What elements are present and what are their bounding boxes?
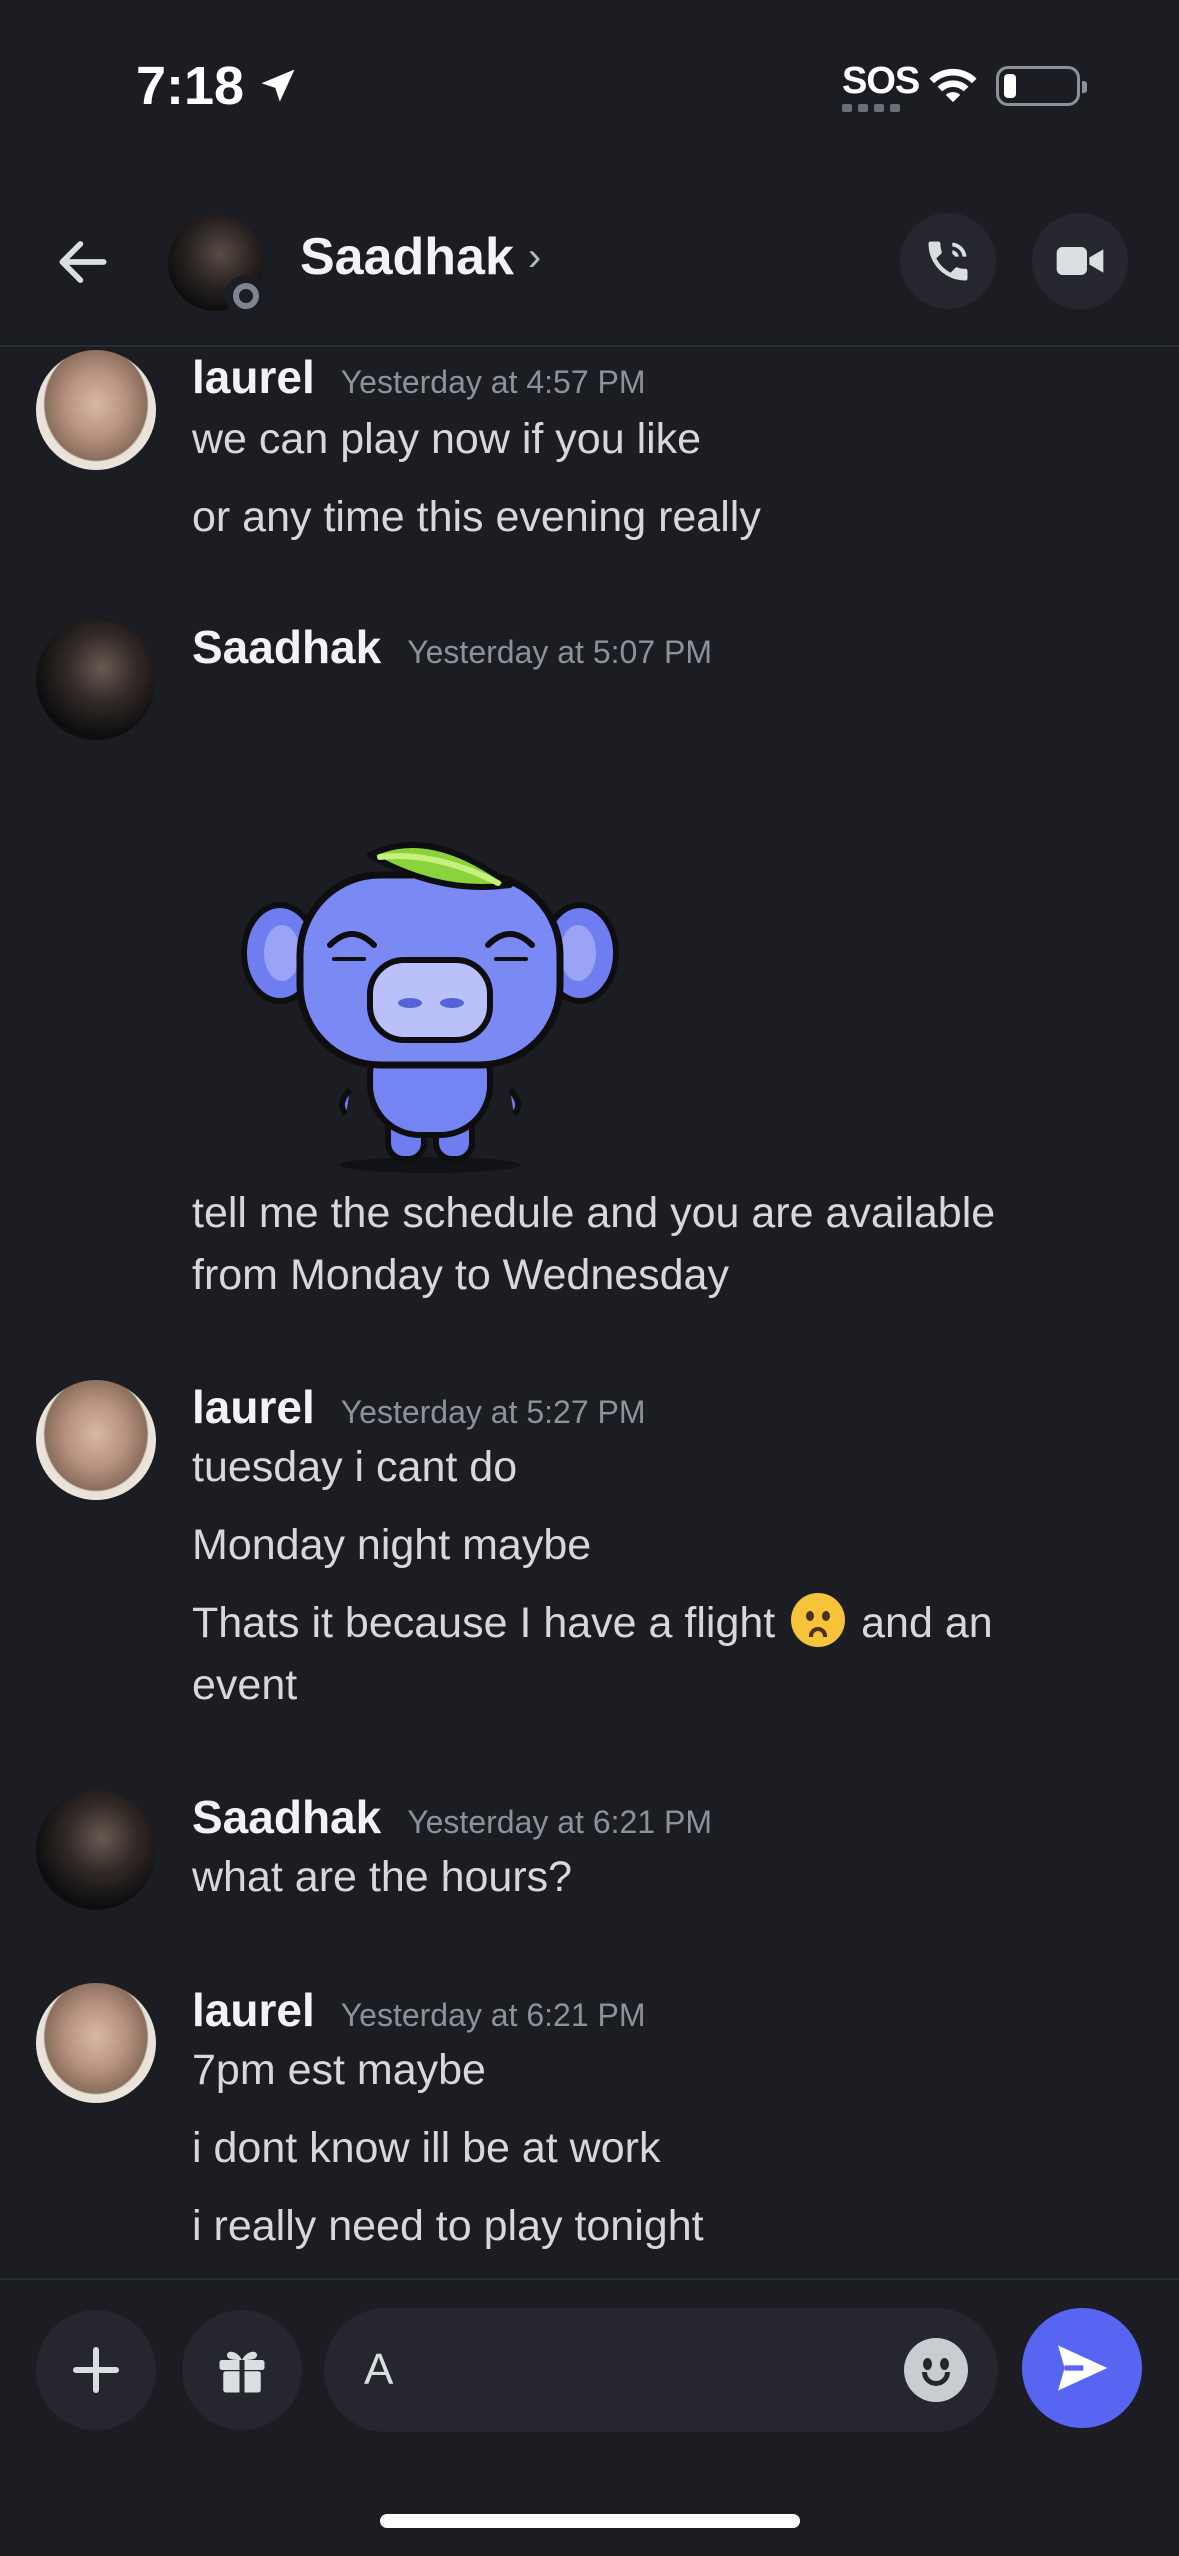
message-text: i really need to play tonight — [192, 2202, 704, 2250]
author-name[interactable]: Saadhak — [192, 1790, 381, 1844]
avatar-saadhak[interactable] — [36, 620, 156, 740]
avatar-laurel[interactable] — [36, 350, 156, 470]
home-indicator — [380, 2514, 800, 2528]
message-meta: Saadhak Yesterday at 6:21 PM — [192, 1790, 712, 1844]
wifi-icon — [929, 68, 977, 103]
message-text: tell me the schedule and you are availab… — [192, 1189, 996, 1299]
timestamp: Yesterday at 6:21 PM — [340, 1997, 646, 2033]
chevron-right-icon: › — [527, 234, 542, 279]
header-name: Saadhak — [300, 228, 514, 286]
timestamp: Yesterday at 6:21 PM — [407, 1804, 712, 1840]
author-name[interactable]: laurel — [192, 350, 315, 404]
emoji-icon[interactable] — [904, 2338, 968, 2402]
message-meta: Saadhak Yesterday at 5:07 PM — [192, 620, 712, 674]
voice-call-button[interactable] — [900, 213, 996, 309]
message-text-part: Thats it because I have a flight — [192, 1599, 776, 1647]
gift-button[interactable] — [182, 2310, 302, 2430]
location-arrow-icon — [261, 69, 295, 102]
message-text: 7pm est maybe — [192, 2046, 486, 2094]
gift-icon — [219, 2351, 265, 2393]
avatar-saadhak[interactable] — [36, 1790, 156, 1910]
message-text: we can play now if you like — [192, 415, 702, 463]
send-icon — [1058, 2345, 1108, 2391]
timestamp: Yesterday at 5:07 PM — [407, 634, 712, 670]
back-arrow-icon[interactable] — [52, 231, 114, 293]
avatar-laurel[interactable] — [36, 1983, 156, 2103]
video-camera-icon — [1056, 247, 1104, 275]
message-text: Monday night maybe — [192, 1521, 592, 1569]
frowning-face-emoji-icon — [791, 1593, 846, 1647]
author-name[interactable]: laurel — [192, 1983, 315, 2037]
message-text: tuesday i cant do — [192, 1443, 518, 1491]
battery-icon — [996, 66, 1087, 106]
author-name[interactable]: Saadhak — [192, 620, 381, 674]
video-call-button[interactable] — [1032, 213, 1128, 309]
message-input[interactable] — [364, 2338, 884, 2402]
header-title[interactable]: Saadhak › — [300, 227, 541, 287]
dm-header: Saadhak › — [0, 175, 1179, 347]
phone-call-icon — [928, 241, 968, 281]
clock: 7:18 — [136, 55, 300, 117]
sos-indicator: SOS — [842, 60, 920, 102]
status-bar: 7:18 SOS — [0, 0, 1179, 175]
signal-dots — [842, 104, 906, 112]
message-input-container — [324, 2308, 998, 2432]
message-text: or any time this evening really — [192, 493, 761, 541]
send-button[interactable] — [1022, 2308, 1142, 2428]
wumpus-leaf-sticker[interactable] — [230, 835, 630, 1175]
plus-icon — [73, 2347, 119, 2393]
message-text: Thats it because I have a flight and an … — [192, 1592, 1052, 1716]
message-meta: laurel Yesterday at 5:27 PM — [192, 1380, 646, 1434]
message-text: i dont know ill be at work — [192, 2124, 661, 2172]
timestamp: Yesterday at 5:27 PM — [340, 1394, 646, 1430]
timestamp: Yesterday at 4:57 PM — [340, 364, 646, 400]
message-text: what are the hours? — [192, 1853, 573, 1901]
clock-text: 7:18 — [136, 56, 245, 116]
message-meta: laurel Yesterday at 6:21 PM — [192, 1983, 646, 2037]
message-meta: laurel Yesterday at 4:57 PM — [192, 350, 646, 404]
offline-status-icon — [225, 275, 267, 317]
attach-button[interactable] — [36, 2310, 156, 2430]
author-name[interactable]: laurel — [192, 1380, 315, 1434]
avatar-laurel[interactable] — [36, 1380, 156, 1500]
